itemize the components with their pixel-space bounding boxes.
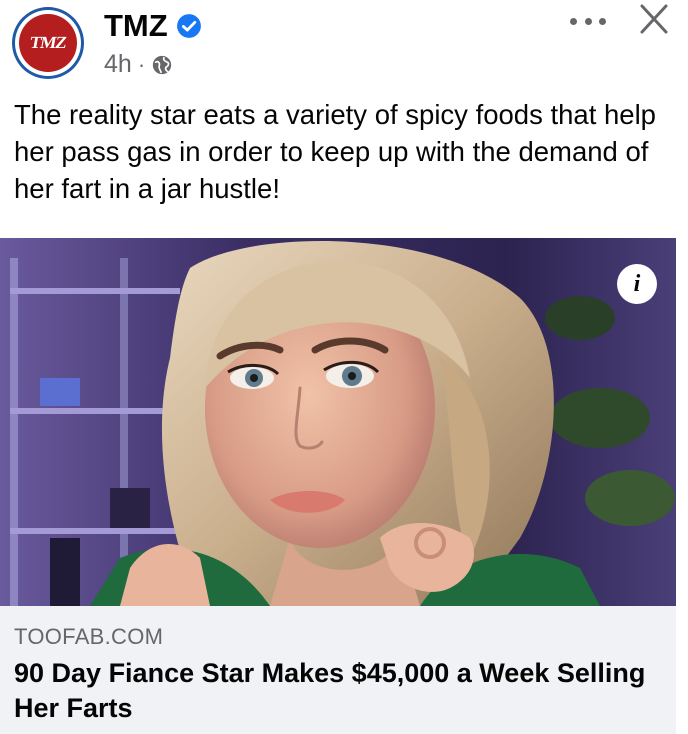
page-avatar[interactable]: TMZ <box>12 7 84 79</box>
link-domain: TOOFAB.COM <box>14 624 164 649</box>
photo-illustration <box>0 238 676 606</box>
link-preview[interactable]: TOOFAB.COM 90 Day Fiance Star Makes $45,… <box>0 606 676 734</box>
page-name-row: TMZ <box>104 8 202 44</box>
post-meta: 4h · <box>104 50 173 79</box>
tmz-logo: TMZ <box>19 14 77 72</box>
post-image[interactable] <box>0 238 676 606</box>
post-header: TMZ TMZ 4h · <box>0 0 688 84</box>
link-title: 90 Day Fiance Star Makes $45,000 a Week … <box>14 658 646 723</box>
info-icon[interactable]: i <box>617 264 657 304</box>
more-options-icon[interactable] <box>570 6 606 36</box>
meta-separator: · <box>137 51 146 77</box>
page-name[interactable]: TMZ <box>104 8 168 44</box>
avatar-logo-text: TMZ <box>28 33 68 52</box>
verified-badge-icon <box>176 14 201 38</box>
close-icon[interactable] <box>632 0 676 40</box>
globe-icon <box>152 55 172 74</box>
page-gutter <box>676 238 688 734</box>
post-timestamp[interactable]: 4h <box>104 50 132 79</box>
post-caption: The reality star eats a variety of spicy… <box>14 99 656 204</box>
